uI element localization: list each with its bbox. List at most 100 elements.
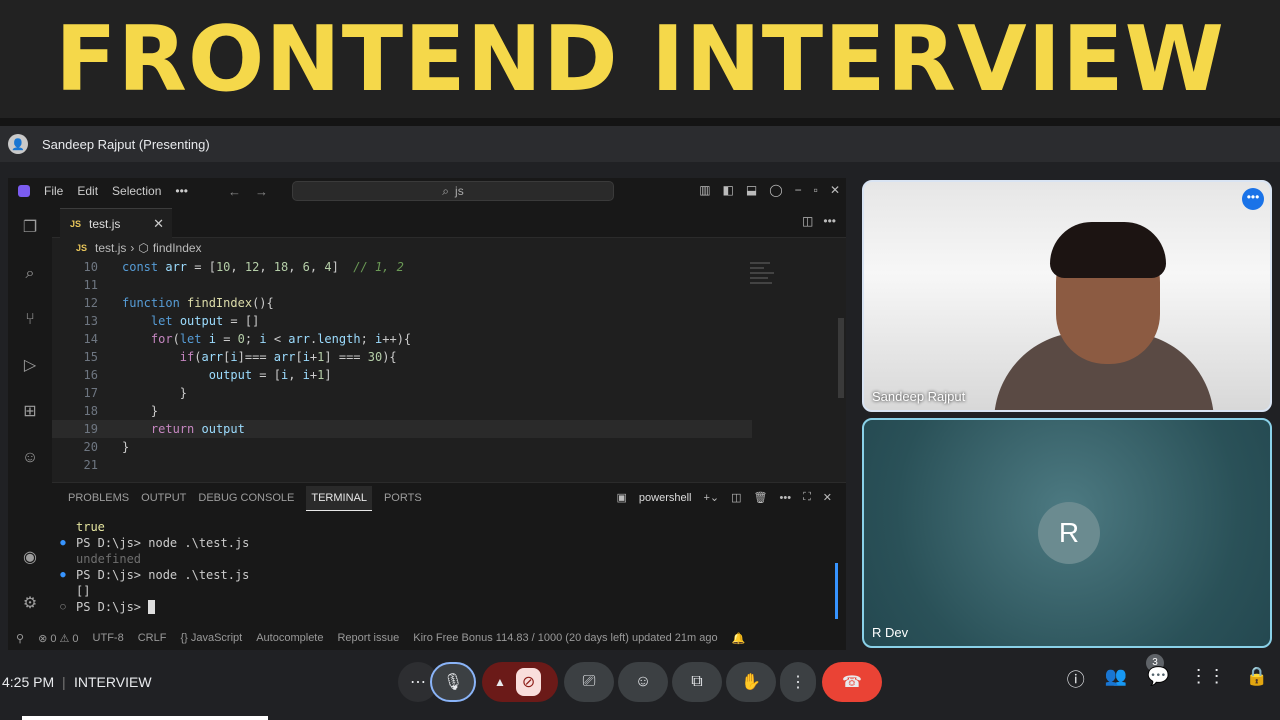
trash-icon[interactable]: 🗑: [754, 491, 768, 504]
status-language[interactable]: {} JavaScript: [180, 632, 242, 644]
chevron-up-icon[interactable]: ▲: [494, 675, 506, 689]
editor-tabs: JS test.js ✕ ◫ •••: [52, 204, 846, 238]
status-eol[interactable]: CRLF: [138, 632, 167, 644]
video-tile-participant[interactable]: R R Dev: [862, 418, 1272, 648]
more-options-icon[interactable]: •••: [1242, 188, 1264, 210]
sidebar-toggle-icon[interactable]: ◧: [723, 183, 734, 197]
mic-button[interactable]: 🎙: [430, 662, 476, 702]
present-button[interactable]: ⎚: [564, 662, 614, 702]
breadcrumb-symbol[interactable]: findIndex: [153, 241, 202, 255]
avatar: R: [1038, 502, 1100, 564]
source-control-icon[interactable]: ⑂: [20, 310, 40, 330]
status-problems[interactable]: ⊗ 0 ⚠ 0: [38, 632, 78, 645]
code-text: let output = []: [150, 314, 260, 328]
code-text: }: [122, 386, 188, 400]
presenter-bar: 👤 Sandeep Rajput (Presenting): [0, 126, 1280, 162]
account-icon[interactable]: ◉: [20, 548, 40, 568]
status-encoding[interactable]: UTF-8: [93, 632, 124, 644]
activities-icon[interactable]: ⋮⋮: [1190, 666, 1226, 692]
terminal-line: ○ PS D:\js>: [52, 599, 156, 615]
editor-scrollbar[interactable]: [838, 318, 844, 398]
terminal-scrollbar[interactable]: [835, 563, 838, 619]
tab-test-js[interactable]: JS test.js ✕: [60, 208, 172, 238]
minimap[interactable]: [750, 262, 780, 302]
code-editor[interactable]: 10 const arr = [10, 12, 18, 6, 4] // 1, 2…: [52, 258, 846, 482]
chat-icon[interactable]: ◯: [769, 183, 782, 197]
video-tile-presenter[interactable]: ••• Sandeep Rajput: [862, 180, 1272, 412]
code-line: 20}: [52, 438, 752, 456]
breadcrumb-file[interactable]: test.js: [95, 241, 126, 255]
progress-strip: [22, 716, 268, 720]
new-terminal-icon[interactable]: +⌄: [704, 491, 720, 504]
bell-icon[interactable]: 🔔: [732, 632, 746, 645]
terminal-text: PS D:\js>: [76, 600, 149, 614]
split-terminal-icon[interactable]: ◫: [731, 491, 741, 504]
hang-up-icon: ☎: [842, 674, 862, 691]
more-actions-icon[interactable]: •••: [780, 492, 792, 504]
emoji-button[interactable]: ☺: [618, 662, 668, 702]
vertical-dots-icon: ⋮: [790, 674, 806, 691]
lock-icon[interactable]: 🔒: [1246, 666, 1268, 692]
leave-call-button[interactable]: ☎: [822, 662, 882, 702]
remote-icon[interactable]: ⚲: [16, 632, 24, 645]
tab-ports[interactable]: PORTS: [384, 486, 422, 510]
breadcrumb: JS test.js › ⬡ findIndex: [52, 238, 846, 258]
code-text: output = [i, i+1]: [208, 368, 332, 382]
maximize-icon[interactable]: ▫: [814, 183, 818, 197]
terminal-line: []: [52, 583, 90, 599]
chat-icon[interactable]: 💬: [1147, 666, 1169, 692]
line-number: 14: [83, 332, 98, 346]
line-number: 21: [83, 458, 98, 472]
more-actions-icon[interactable]: •••: [823, 214, 836, 228]
line-number: 16: [83, 368, 98, 382]
terminal-text: PS D:\js> node .\test.js: [76, 536, 250, 550]
meet-window: 👤 Sandeep Rajput (Presenting) File Edit …: [0, 126, 1280, 720]
search-icon[interactable]: ⌕: [20, 264, 40, 284]
meeting-right-controls: ⓘ 👥 💬 ⋮⋮ 🔒: [1067, 666, 1280, 692]
status-report-issue[interactable]: Report issue: [337, 632, 399, 644]
menu-file[interactable]: File: [44, 184, 63, 198]
extensions-icon[interactable]: ⊞: [20, 402, 40, 422]
debug-icon[interactable]: ▷: [20, 356, 40, 376]
explorer-icon[interactable]: ❐: [20, 218, 40, 238]
minimize-icon[interactable]: −: [795, 183, 802, 197]
maximize-panel-icon[interactable]: ⛶: [803, 491, 811, 504]
code-line-current: 19 return output: [52, 420, 752, 438]
line-number: 12: [83, 296, 98, 310]
close-icon[interactable]: ✕: [830, 183, 840, 197]
nav-arrows-icon[interactable]: ←→: [228, 184, 282, 199]
more-actions-button[interactable]: ⋮: [780, 662, 816, 702]
shell-name[interactable]: powershell: [639, 492, 692, 504]
terminal[interactable]: true ● PS D:\js> node .\test.js undefined…: [52, 519, 846, 631]
close-panel-icon[interactable]: ✕: [823, 491, 832, 504]
present-icon: ⎚: [582, 673, 596, 690]
line-number: 13: [83, 314, 98, 328]
status-autocomplete[interactable]: Autocomplete: [256, 632, 323, 644]
captions-button[interactable]: ⧉: [672, 662, 722, 702]
status-kiro[interactable]: Kiro Free Bonus 114.83 / 1000 (20 days l…: [413, 632, 717, 644]
split-editor-icon[interactable]: ◫: [802, 214, 813, 228]
panel-toggle-icon[interactable]: ⬓: [746, 183, 757, 197]
raise-hand-button[interactable]: ✋: [726, 662, 776, 702]
camera-button[interactable]: ▲ ⊘: [482, 662, 558, 702]
menu-selection[interactable]: Selection: [112, 184, 161, 198]
layout-icon[interactable]: ▥: [699, 183, 710, 197]
panel-actions: ▣ powershell +⌄ ◫ 🗑 ••• ⛶ ✕: [617, 491, 833, 504]
code-line: 10 const arr = [10, 12, 18, 6, 4] // 1, 2: [52, 258, 752, 276]
command-search-text: js: [455, 184, 464, 198]
vscode-window: File Edit Selection ••• ←→ ⌕ js ▥ ◧ ⬓ ◯ …: [8, 178, 846, 650]
code-text: }: [122, 440, 130, 454]
tab-problems[interactable]: PROBLEMS: [68, 486, 129, 510]
tab-close-icon[interactable]: ✕: [153, 216, 164, 232]
tab-output[interactable]: OUTPUT: [141, 486, 186, 510]
command-search[interactable]: ⌕ js: [292, 181, 614, 201]
terminal-text: undefined: [76, 552, 142, 566]
menu-edit[interactable]: Edit: [77, 184, 98, 198]
tab-debug-console[interactable]: DEBUG CONSOLE: [198, 486, 294, 510]
info-icon[interactable]: ⓘ: [1067, 666, 1085, 692]
ghost-icon[interactable]: ☺: [20, 448, 40, 468]
settings-gear-icon[interactable]: ⚙: [20, 594, 40, 614]
menu-more[interactable]: •••: [175, 184, 188, 198]
tab-terminal[interactable]: TERMINAL: [306, 485, 372, 511]
people-icon[interactable]: 👥: [1105, 666, 1127, 692]
